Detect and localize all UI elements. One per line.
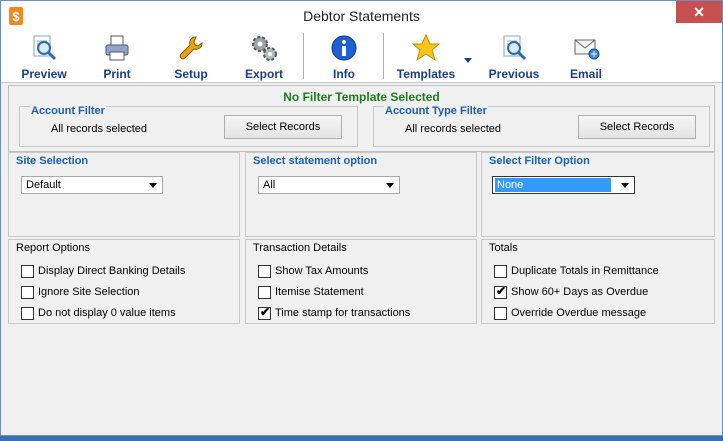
checkbox-box[interactable] bbox=[494, 265, 507, 278]
account-type-filter-group: Account Type Filter All records selected… bbox=[373, 105, 710, 147]
filter-template-status: No Filter Template Selected bbox=[283, 90, 440, 104]
show-60-days-label: Show 60+ Days as Overdue bbox=[511, 286, 649, 298]
filter-option-dropdown[interactable]: None bbox=[492, 176, 635, 194]
preview-icon bbox=[33, 35, 57, 61]
print-label: Print bbox=[103, 67, 131, 81]
chevron-down-icon bbox=[383, 178, 397, 192]
account-filter-group: Account Filter All records selected Sele… bbox=[19, 105, 358, 147]
itemise-statement-label: Itemise Statement bbox=[275, 286, 364, 298]
toolbar-separator bbox=[303, 33, 304, 79]
setup-label: Setup bbox=[174, 67, 208, 81]
account-type-filter-status: All records selected bbox=[405, 123, 501, 135]
statement-option-value: All bbox=[263, 179, 276, 191]
previous-icon bbox=[503, 35, 527, 61]
report-options-section: Report Options Display Direct Banking De… bbox=[8, 239, 240, 324]
direct-banking-label: Display Direct Banking Details bbox=[38, 265, 186, 277]
info-icon bbox=[331, 35, 357, 61]
close-button[interactable]: ✕ bbox=[676, 1, 722, 23]
checkbox-box[interactable] bbox=[494, 307, 507, 320]
wrench-icon bbox=[179, 36, 203, 60]
check-icon: ✔ bbox=[260, 305, 271, 319]
window-title: Debtor Statements bbox=[303, 8, 420, 24]
checkbox-box[interactable]: ✔ bbox=[258, 305, 271, 320]
checkbox-box[interactable] bbox=[21, 307, 34, 320]
export-button[interactable]: Export bbox=[239, 33, 289, 83]
toolbar: Preview Print Setup Export Info Template… bbox=[1, 31, 722, 83]
checkbox-box[interactable] bbox=[21, 286, 34, 299]
site-selection-section: Site Selection Default bbox=[8, 152, 240, 237]
print-button[interactable]: Print bbox=[93, 33, 141, 83]
preview-label: Preview bbox=[21, 67, 67, 81]
printer-icon bbox=[105, 35, 129, 61]
totals-title: Totals bbox=[489, 242, 518, 254]
info-label: Info bbox=[333, 67, 355, 81]
site-selection-dropdown[interactable]: Default bbox=[21, 176, 163, 194]
info-button[interactable]: Info bbox=[321, 33, 367, 83]
transaction-details-section: Transaction Details Show Tax Amounts Ite… bbox=[245, 239, 477, 324]
filter-option-title: Select Filter Option bbox=[489, 155, 590, 167]
templates-dropdown-arrow-icon[interactable] bbox=[464, 58, 472, 63]
transaction-details-title: Transaction Details bbox=[253, 242, 347, 254]
previous-label: Previous bbox=[488, 67, 540, 81]
background-window-edge bbox=[0, 436, 723, 441]
star-icon bbox=[411, 33, 441, 62]
zero-value-label: Do not display 0 value items bbox=[38, 307, 176, 319]
templates-button[interactable]: Templates bbox=[393, 33, 459, 83]
email-label: Email bbox=[569, 67, 602, 81]
check-icon: ✔ bbox=[496, 284, 507, 298]
site-selection-title: Site Selection bbox=[16, 155, 89, 167]
email-button[interactable]: Email bbox=[563, 33, 609, 83]
account-filter-status: All records selected bbox=[51, 123, 147, 135]
ignore-site-label: Ignore Site Selection bbox=[38, 286, 140, 298]
statement-option-dropdown[interactable]: All bbox=[258, 176, 400, 194]
override-overdue-label: Override Overdue message bbox=[511, 307, 647, 319]
account-select-records-button[interactable]: Select Records bbox=[224, 115, 342, 139]
export-label: Export bbox=[244, 67, 283, 81]
filter-panel: No Filter Template Selected Account Filt… bbox=[8, 85, 715, 152]
duplicate-totals-label: Duplicate Totals in Remittance bbox=[511, 265, 659, 277]
time-stamp-label: Time stamp for transactions bbox=[275, 307, 411, 319]
email-icon bbox=[574, 39, 600, 60]
checkbox-box[interactable] bbox=[258, 286, 271, 299]
chevron-down-icon bbox=[146, 178, 160, 192]
checkbox-box[interactable] bbox=[21, 265, 34, 278]
totals-section: Totals Duplicate Totals in Remittance ✔ … bbox=[481, 239, 715, 324]
show-tax-label: Show Tax Amounts bbox=[275, 265, 369, 277]
toolbar-separator bbox=[383, 33, 384, 79]
statement-option-title: Select statement option bbox=[253, 155, 378, 167]
previous-button[interactable]: Previous bbox=[485, 33, 543, 83]
site-selection-value: Default bbox=[26, 179, 61, 191]
account-type-filter-title: Account Type Filter bbox=[384, 105, 488, 117]
account-type-select-records-button[interactable]: Select Records bbox=[578, 115, 696, 139]
setup-button[interactable]: Setup bbox=[167, 33, 215, 83]
gears-icon bbox=[252, 36, 277, 61]
report-options-title: Report Options bbox=[16, 242, 90, 254]
statement-option-section: Select statement option All bbox=[245, 152, 477, 237]
chevron-down-icon bbox=[618, 178, 632, 192]
debtor-statements-window: $ Debtor Statements ✕ Preview Print Setu… bbox=[0, 0, 723, 436]
checkbox-box[interactable]: ✔ bbox=[494, 284, 507, 299]
checkbox-box[interactable] bbox=[258, 265, 271, 278]
filter-option-section: Select Filter Option None bbox=[481, 152, 715, 237]
templates-label: Templates bbox=[396, 67, 456, 81]
filter-option-value: None bbox=[495, 178, 611, 192]
preview-button[interactable]: Preview bbox=[16, 33, 72, 83]
account-filter-title: Account Filter bbox=[30, 105, 106, 117]
title-bar: $ Debtor Statements ✕ bbox=[1, 1, 722, 31]
